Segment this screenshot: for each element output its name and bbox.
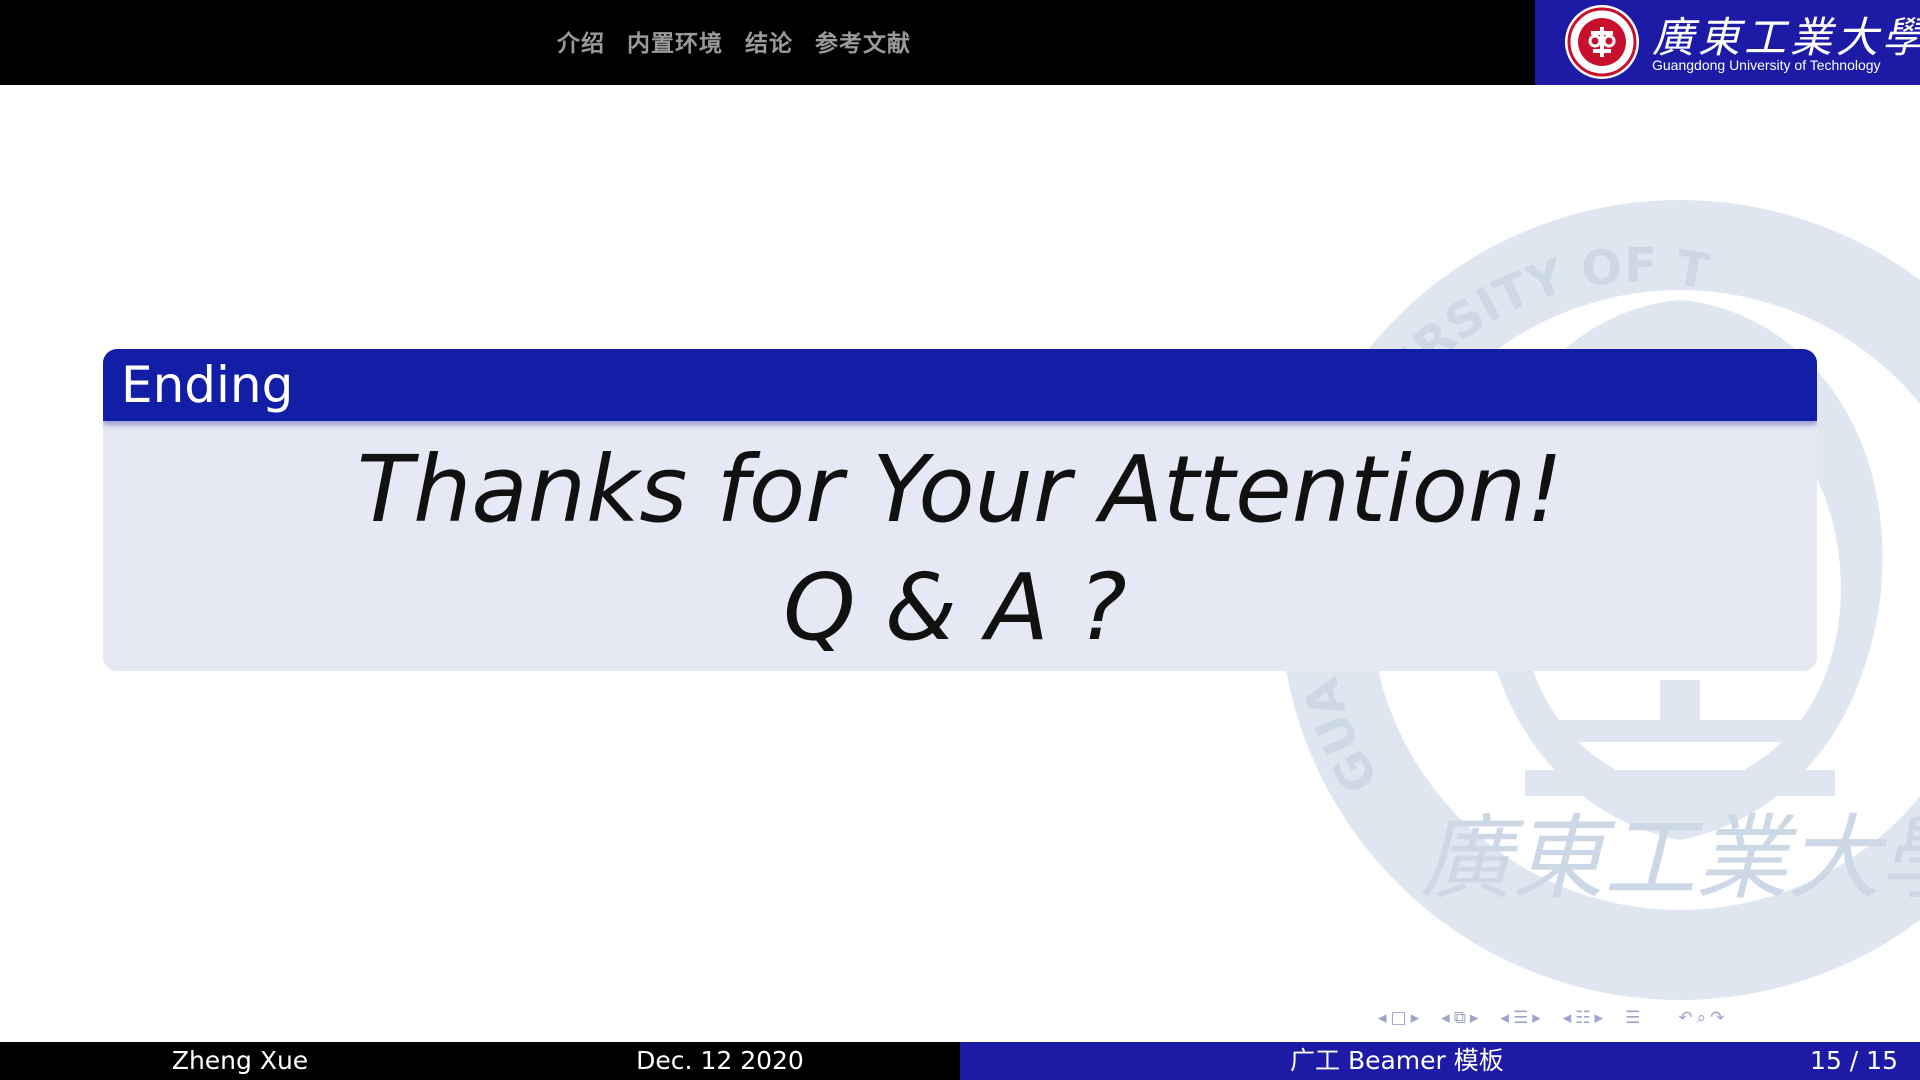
university-logo: 廣東工業大學 Guangdong University of Technolog… (1535, 0, 1920, 85)
university-seal-icon (1565, 5, 1639, 79)
footer-title-panel: 广工 Beamer 模板 15 / 15 (960, 1042, 1920, 1080)
nav-item-intro[interactable]: 介绍 (557, 24, 605, 58)
back-icon[interactable]: ↶ (1678, 1008, 1692, 1028)
page-number: 15 / 15 (1810, 1046, 1898, 1075)
logo-english-name: Guangdong University of Technology (1652, 57, 1881, 73)
frame-prev-icon[interactable]: ◂ (1441, 1008, 1450, 1028)
subsection-next-icon[interactable]: ▸ (1532, 1008, 1541, 1028)
search-group: ↶ ⌕ ↷ (1678, 1008, 1724, 1028)
frame-next-icon[interactable]: ▸ (1470, 1008, 1479, 1028)
section-next-icon[interactable]: ▸ (1595, 1008, 1604, 1028)
section-nav-icon[interactable]: ☷ (1575, 1008, 1590, 1028)
frame-nav-icon[interactable]: ⧉ (1454, 1008, 1466, 1028)
section-nav-group: ◂ ☷ ▸ (1563, 1008, 1603, 1028)
section-nav: 介绍 内置环境 结论 参考文献 (557, 24, 911, 58)
footer-date: Dec. 12 2020 (480, 1042, 960, 1080)
footer-title: 广工 Beamer 模板 (1290, 1046, 1504, 1075)
subsection-nav-group: ◂ ☰ ▸ (1500, 1008, 1540, 1028)
outline-group: ☰ (1625, 1008, 1640, 1028)
nav-item-references[interactable]: 参考文献 (815, 24, 911, 58)
thanks-text: Thanks for Your Attention! (356, 436, 1564, 543)
logo-chinese-name: 廣東工業大學 (1652, 13, 1920, 62)
slide-nav-group: ◂ □ ▸ (1378, 1008, 1419, 1028)
slide-prev-icon[interactable]: ◂ (1378, 1008, 1387, 1028)
nav-item-conclusion[interactable]: 结论 (745, 24, 793, 58)
frame-nav-group: ◂ ⧉ ▸ (1441, 1008, 1478, 1028)
block-body: Thanks for Your Attention! Q & A ? (103, 431, 1817, 667)
block-title: Ending (103, 349, 1817, 421)
nav-item-builtin-env[interactable]: 内置环境 (627, 24, 723, 58)
header-bar: 介绍 内置环境 结论 参考文献 廣東工業大學 Guangdong Univers… (0, 0, 1920, 85)
search-icon[interactable]: ⌕ (1697, 1008, 1707, 1028)
slide-next-icon[interactable]: ▸ (1411, 1008, 1420, 1028)
beamer-navigation-symbols: ◂ □ ▸ ◂ ⧉ ▸ ◂ ☰ ▸ ◂ ☷ ▸ ☰ ↶ ⌕ ↷ (1378, 1008, 1738, 1028)
watermark-chinese-name: 廣東工業大學 (1420, 805, 1920, 912)
slide-nav-icon[interactable]: □ (1391, 1008, 1407, 1028)
subsection-nav-icon[interactable]: ☰ (1513, 1008, 1528, 1028)
footer-author: Zheng Xue (0, 1042, 480, 1080)
forward-icon[interactable]: ↷ (1710, 1008, 1724, 1028)
section-prev-icon[interactable]: ◂ (1563, 1008, 1572, 1028)
ending-block: Ending Thanks for Your Attention! Q & A … (103, 349, 1817, 671)
outline-icon[interactable]: ☰ (1625, 1008, 1640, 1028)
footer-bar: Zheng Xue Dec. 12 2020 广工 Beamer 模板 15 /… (0, 1042, 1920, 1080)
subsection-prev-icon[interactable]: ◂ (1500, 1008, 1509, 1028)
qa-text: Q & A ? (783, 554, 1127, 661)
